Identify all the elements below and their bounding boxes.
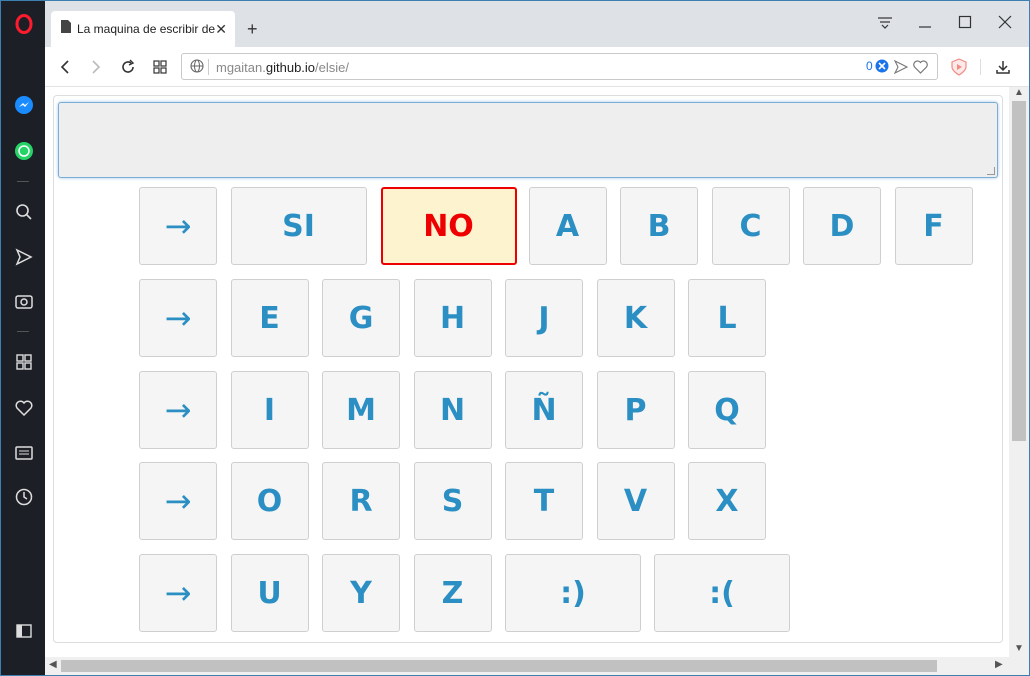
forward-icon[interactable] — [86, 57, 106, 77]
key-k[interactable]: K — [596, 279, 675, 357]
page-icon — [61, 20, 71, 38]
sidebar — [1, 1, 45, 675]
key-next-row[interactable]: → — [139, 371, 217, 449]
scrollbar-corner — [1009, 657, 1029, 675]
key-no[interactable]: NO — [380, 187, 517, 265]
key-d[interactable]: D — [803, 187, 881, 265]
key-si[interactable]: SI — [230, 187, 367, 265]
heart-icon[interactable] — [13, 397, 35, 419]
key-g[interactable]: G — [322, 279, 400, 357]
key-t[interactable]: T — [505, 462, 583, 540]
key-j[interactable]: J — [505, 279, 583, 357]
key-next-row[interactable]: → — [139, 554, 217, 632]
scroll-right-icon[interactable]: ▶ — [995, 659, 1003, 670]
speed-dial-icon[interactable] — [150, 57, 170, 77]
key-p[interactable]: P — [596, 371, 675, 449]
url-separator — [208, 59, 209, 75]
horizontal-scroll-thumb[interactable] — [61, 660, 937, 672]
back-icon[interactable] — [55, 57, 75, 77]
sidebar-divider — [17, 181, 29, 182]
vertical-scrollbar[interactable]: ▲ ▼ — [1009, 87, 1029, 659]
close-tab-icon[interactable]: ✕ — [215, 21, 227, 38]
key-y[interactable]: Y — [322, 554, 400, 632]
key-n[interactable]: N — [413, 371, 492, 449]
tracker-blocker-icon[interactable] — [875, 59, 889, 78]
adblock-shield-icon[interactable] — [949, 57, 969, 77]
tab-title: La maquina de escribir de Elsie — [77, 22, 215, 36]
scroll-left-icon[interactable]: ◀ — [49, 659, 57, 670]
key-h[interactable]: H — [413, 279, 492, 357]
key-u[interactable]: U — [230, 554, 309, 632]
download-icon[interactable] — [993, 57, 1013, 77]
close-window-icon[interactable] — [998, 15, 1012, 34]
page-content: → SI NO A B C D F → E G H J K L → I M N Ñ P Q → O R S T V X → U Y Z:):( — [45, 87, 1009, 659]
globe-icon — [190, 59, 204, 78]
send-icon[interactable] — [13, 246, 35, 268]
key-next-row[interactable]: → — [139, 279, 217, 357]
key-q[interactable]: Q — [688, 371, 766, 449]
maximize-icon[interactable] — [958, 15, 972, 34]
toolbar-divider — [980, 59, 981, 75]
address-toolbar: mgaitan.github.io/elsie/ 0 — [45, 47, 1029, 87]
key-z[interactable]: Z — [413, 554, 492, 632]
vertical-scroll-thumb[interactable] — [1012, 101, 1026, 441]
minimize-icon[interactable] — [918, 15, 932, 34]
key-v[interactable]: V — [596, 462, 675, 540]
address-bar[interactable]: mgaitan.github.io/elsie/ 0 — [181, 53, 938, 80]
text-output-area[interactable] — [58, 102, 998, 178]
url-text[interactable]: mgaitan.github.io/elsie/ — [216, 60, 349, 75]
speed-dial-icon[interactable] — [13, 351, 35, 373]
bookmark-heart-icon[interactable] — [913, 60, 928, 79]
key-r[interactable]: R — [322, 462, 400, 540]
news-icon[interactable] — [13, 442, 35, 464]
key-o[interactable]: O — [230, 462, 309, 540]
history-icon[interactable] — [13, 486, 35, 508]
key-next-row[interactable]: → — [139, 462, 217, 540]
key-x[interactable]: X — [688, 462, 766, 540]
messenger-icon[interactable] — [13, 94, 35, 116]
key-ñ[interactable]: Ñ — [505, 371, 583, 449]
key-c[interactable]: C — [711, 187, 790, 265]
key-next-row[interactable]: → — [139, 187, 217, 265]
key-s[interactable]: S — [413, 462, 492, 540]
key-e[interactable]: E — [230, 279, 309, 357]
key-smile[interactable]: :) — [505, 554, 641, 632]
new-tab-icon[interactable]: + — [247, 19, 258, 40]
sidebar-toggle-icon[interactable] — [13, 620, 35, 642]
tab-menu-icon[interactable] — [877, 15, 893, 34]
search-icon[interactable] — [13, 201, 35, 223]
key-l[interactable]: L — [688, 279, 766, 357]
key-i[interactable]: I — [230, 371, 309, 449]
key-a[interactable]: A — [528, 187, 607, 265]
scroll-up-icon[interactable]: ▲ — [1014, 87, 1024, 98]
browser-tab[interactable]: La maquina de escribir de Elsie ✕ — [51, 11, 235, 47]
tracker-count: 0 — [866, 59, 873, 73]
horizontal-scrollbar[interactable]: ◀ ▶ — [45, 657, 1009, 675]
resize-handle[interactable] — [987, 167, 995, 175]
key-sad[interactable]: :( — [654, 554, 790, 632]
key-m[interactable]: M — [322, 371, 400, 449]
sidebar-divider — [17, 331, 29, 332]
reload-icon[interactable] — [118, 57, 138, 77]
scroll-down-icon[interactable]: ▼ — [1014, 643, 1024, 654]
browser-window: La maquina de escribir de Elsie ✕ + — [0, 0, 1030, 676]
key-f[interactable]: F — [894, 187, 973, 265]
opera-logo-icon[interactable] — [13, 13, 35, 35]
camera-icon[interactable] — [13, 290, 35, 312]
key-b[interactable]: B — [620, 187, 698, 265]
send-icon[interactable] — [893, 59, 909, 79]
whatsapp-icon[interactable] — [13, 140, 35, 162]
tab-strip: La maquina de escribir de Elsie ✕ + — [45, 1, 1029, 47]
